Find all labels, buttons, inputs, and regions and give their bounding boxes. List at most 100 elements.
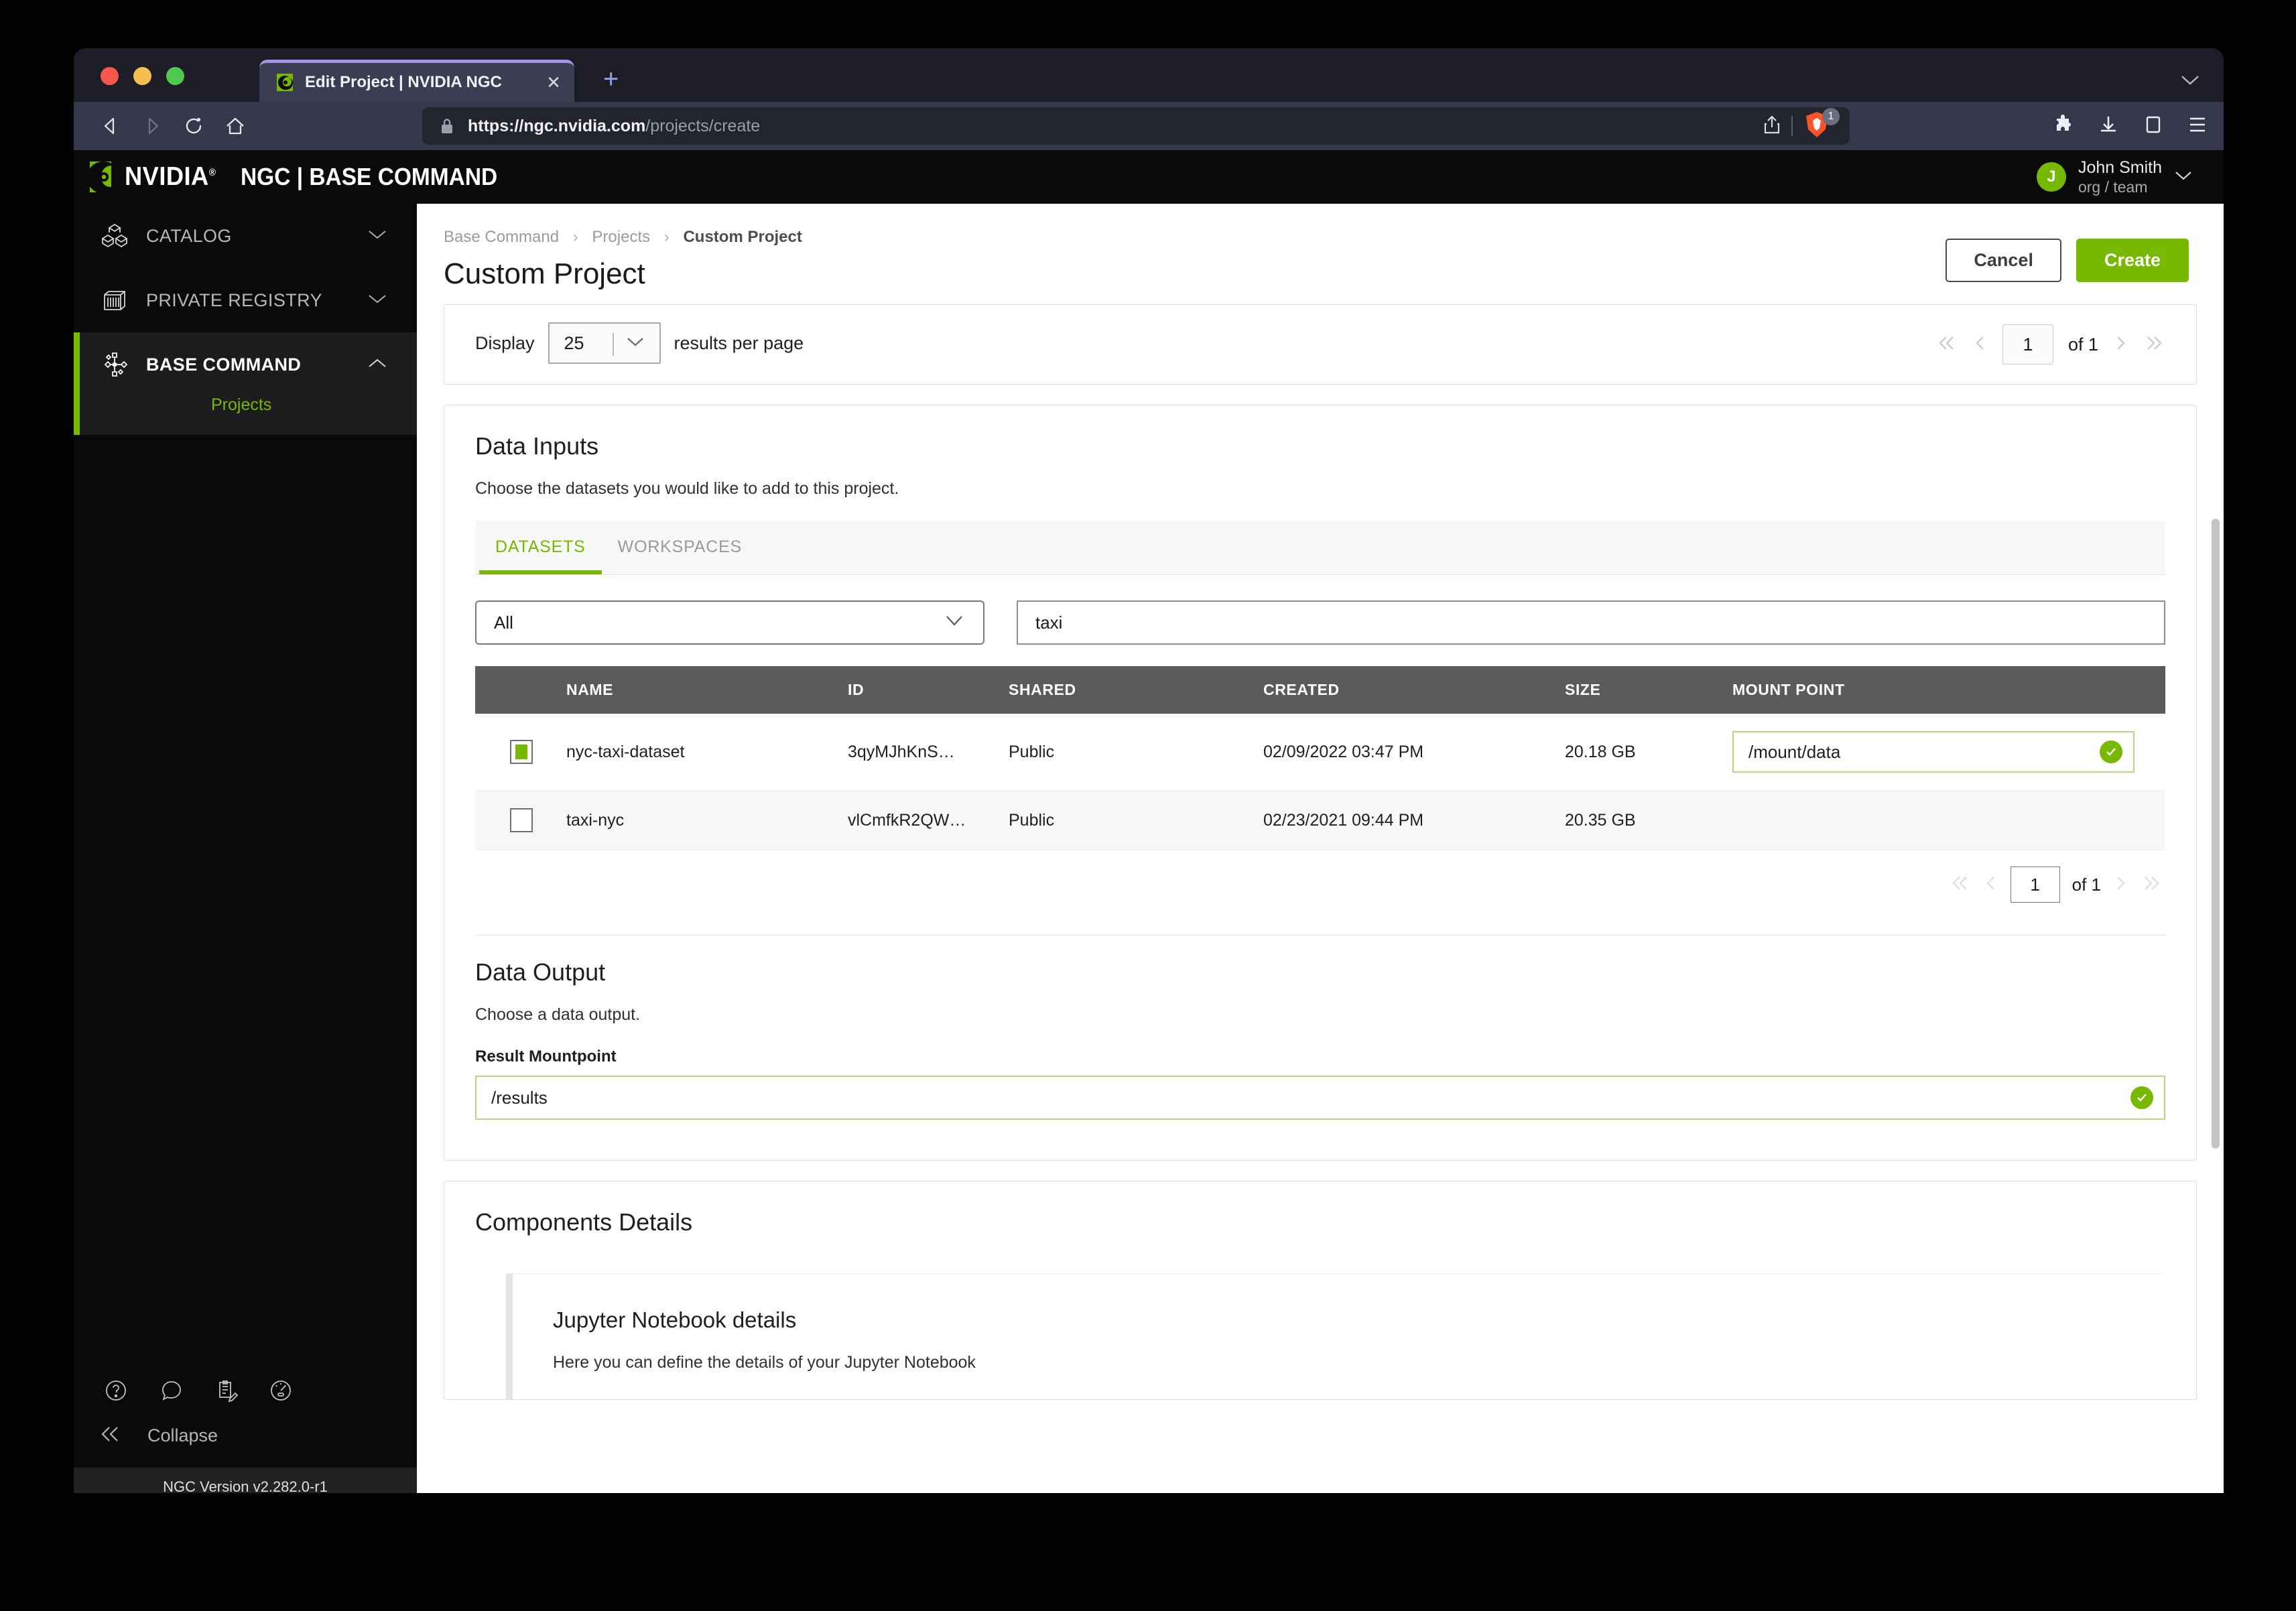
reload-icon[interactable] bbox=[173, 105, 214, 147]
sidebar-item-projects[interactable]: Projects bbox=[74, 397, 417, 417]
tab-workspaces[interactable]: WORKSPACES bbox=[602, 521, 758, 574]
minimize-window-button[interactable] bbox=[133, 67, 151, 85]
window-traffic-lights bbox=[101, 67, 184, 85]
results-per-page-select[interactable]: 25 bbox=[548, 322, 661, 364]
cancel-button[interactable]: Cancel bbox=[1946, 239, 2061, 282]
result-mountpoint-input[interactable]: /results bbox=[475, 1076, 2165, 1120]
page-scrollbar[interactable] bbox=[2209, 204, 2221, 1508]
cell-id: vlCmfkR2QW… bbox=[848, 790, 1009, 850]
cell-mount-point: /mount/data bbox=[1732, 714, 2165, 791]
close-window-button[interactable] bbox=[101, 67, 119, 85]
data-inputs-tabs: DATASETS WORKSPACES bbox=[475, 521, 2165, 575]
chevron-down-icon bbox=[944, 614, 964, 631]
row-select-cell bbox=[475, 714, 566, 791]
chevron-down-icon[interactable] bbox=[2181, 74, 2199, 90]
scrollbar-thumb[interactable] bbox=[2212, 519, 2220, 1149]
prev-page-button[interactable] bbox=[1984, 875, 1998, 895]
new-tab-button[interactable]: + bbox=[603, 66, 619, 92]
page-total-label: of 1 bbox=[2067, 334, 2098, 355]
breadcrumb-current: Custom Project bbox=[683, 228, 802, 246]
row-checkbox[interactable] bbox=[510, 808, 533, 832]
page-number-input[interactable]: 1 bbox=[2010, 866, 2060, 903]
breadcrumb-item-base-command[interactable]: Base Command bbox=[444, 228, 559, 246]
home-icon[interactable] bbox=[214, 105, 256, 147]
sidebar-item-base-command[interactable]: BASE COMMAND bbox=[74, 332, 417, 397]
tab-datasets[interactable]: DATASETS bbox=[479, 521, 602, 574]
row-checkbox[interactable] bbox=[510, 740, 533, 764]
page-total-label: of 1 bbox=[2071, 874, 2101, 895]
last-page-button[interactable] bbox=[2140, 875, 2163, 895]
sidebar-item-catalog[interactable]: CATALOG bbox=[74, 204, 417, 268]
column-select bbox=[475, 666, 566, 714]
puzzle-piece-icon[interactable] bbox=[2052, 114, 2074, 139]
browser-window: Edit Project | NVIDIA NGC ✕ + https://ng… bbox=[74, 48, 2224, 1508]
maximize-window-button[interactable] bbox=[166, 67, 184, 85]
mount-point-input[interactable]: /mount/data bbox=[1732, 731, 2134, 773]
side-panel-icon[interactable] bbox=[2143, 115, 2163, 138]
table-row[interactable]: nyc-taxi-dataset 3qyMJhKnS… Public 02/09… bbox=[475, 714, 2165, 791]
scroll-area[interactable]: Display 25 results per page 1 of 1 Data … bbox=[417, 304, 2224, 1508]
next-page-button[interactable] bbox=[2113, 334, 2128, 355]
sidebar-collapse-label: Collapse bbox=[147, 1425, 218, 1445]
close-icon[interactable]: ✕ bbox=[542, 72, 565, 93]
column-id[interactable]: ID bbox=[848, 666, 1009, 714]
prev-page-button[interactable] bbox=[1973, 334, 1988, 355]
valid-check-icon bbox=[2100, 740, 2122, 763]
address-bar-actions: 1 bbox=[1751, 107, 1849, 145]
breadcrumb-item-projects[interactable]: Projects bbox=[592, 228, 650, 246]
results-per-page-suffix: results per page bbox=[674, 332, 804, 353]
sidebar-item-label: PRIVATE REGISTRY bbox=[146, 289, 322, 310]
lock-icon bbox=[440, 117, 454, 135]
last-page-button[interactable] bbox=[2143, 334, 2165, 355]
data-inputs-card: Data Inputs Choose the datasets you woul… bbox=[444, 405, 2197, 1161]
table-row[interactable]: taxi-nyc vlCmfkR2QW… Public 02/23/2021 0… bbox=[475, 790, 2165, 850]
cell-name: taxi-nyc bbox=[566, 790, 848, 850]
ngc-product-title: NGC | BASE COMMAND bbox=[240, 163, 497, 190]
hamburger-menu-icon[interactable] bbox=[2187, 116, 2208, 137]
column-shared[interactable]: SHARED bbox=[1009, 666, 1263, 714]
speedometer-icon[interactable] bbox=[268, 1378, 294, 1407]
dataset-filter-value: All bbox=[494, 612, 513, 633]
column-mount-point[interactable]: MOUNT POINT bbox=[1732, 666, 2165, 714]
chevron-down-icon[interactable] bbox=[367, 293, 387, 308]
column-created[interactable]: CREATED bbox=[1263, 666, 1565, 714]
help-circle-icon[interactable] bbox=[103, 1378, 129, 1407]
cell-created: 02/23/2021 09:44 PM bbox=[1263, 790, 1565, 850]
chevron-down-icon[interactable] bbox=[367, 229, 387, 244]
clipboard-edit-icon[interactable] bbox=[213, 1378, 239, 1407]
browser-tab[interactable]: Edit Project | NVIDIA NGC ✕ bbox=[259, 60, 574, 102]
nvidia-eye-icon bbox=[80, 159, 122, 195]
row-select-cell bbox=[475, 790, 566, 850]
next-page-button[interactable] bbox=[2113, 875, 2128, 895]
page-number-input[interactable]: 1 bbox=[2002, 324, 2053, 365]
column-size[interactable]: SIZE bbox=[1565, 666, 1732, 714]
jupyter-notebook-panel: Jupyter Notebook details Here you can de… bbox=[506, 1274, 2165, 1399]
back-arrow-icon[interactable] bbox=[90, 105, 131, 147]
dataset-search-input[interactable]: taxi bbox=[1017, 600, 2165, 645]
top-pagination: 1 of 1 bbox=[1935, 324, 2165, 365]
chevrons-left-icon bbox=[98, 1424, 125, 1447]
first-page-button[interactable] bbox=[1935, 334, 1958, 355]
first-page-button[interactable] bbox=[1949, 875, 1972, 895]
download-icon[interactable] bbox=[2098, 114, 2119, 139]
sidebar-item-private-registry[interactable]: PRIVATE REGISTRY bbox=[74, 268, 417, 332]
nvidia-logo[interactable]: NVIDIA® bbox=[80, 159, 223, 195]
cell-shared: Public bbox=[1009, 714, 1263, 791]
components-details-title: Components Details bbox=[475, 1208, 693, 1236]
chat-bubble-icon[interactable] bbox=[158, 1378, 184, 1407]
chevron-up-icon[interactable] bbox=[367, 357, 387, 373]
cell-created: 02/09/2022 03:47 PM bbox=[1263, 714, 1565, 791]
sidebar-collapse-button[interactable]: Collapse bbox=[74, 1424, 417, 1468]
results-per-page-card: Display 25 results per page 1 of 1 bbox=[444, 304, 2197, 385]
sidebar-subnav: Projects bbox=[74, 397, 417, 435]
data-inputs-body: Data Inputs Choose the datasets you woul… bbox=[444, 405, 2196, 1160]
address-bar[interactable]: https://ngc.nvidia.com/projects/create 1 bbox=[422, 107, 1850, 145]
create-button[interactable]: Create bbox=[2076, 239, 2189, 282]
share-icon[interactable] bbox=[1763, 115, 1781, 138]
brave-shield-icon[interactable]: 1 bbox=[1803, 108, 1840, 141]
cell-mount-point bbox=[1732, 790, 2165, 850]
user-menu[interactable]: J John Smith org / team bbox=[2036, 150, 2193, 204]
chevron-down-icon[interactable] bbox=[2174, 170, 2193, 185]
column-name[interactable]: NAME bbox=[566, 666, 848, 714]
dataset-filter-select[interactable]: All bbox=[475, 600, 984, 645]
